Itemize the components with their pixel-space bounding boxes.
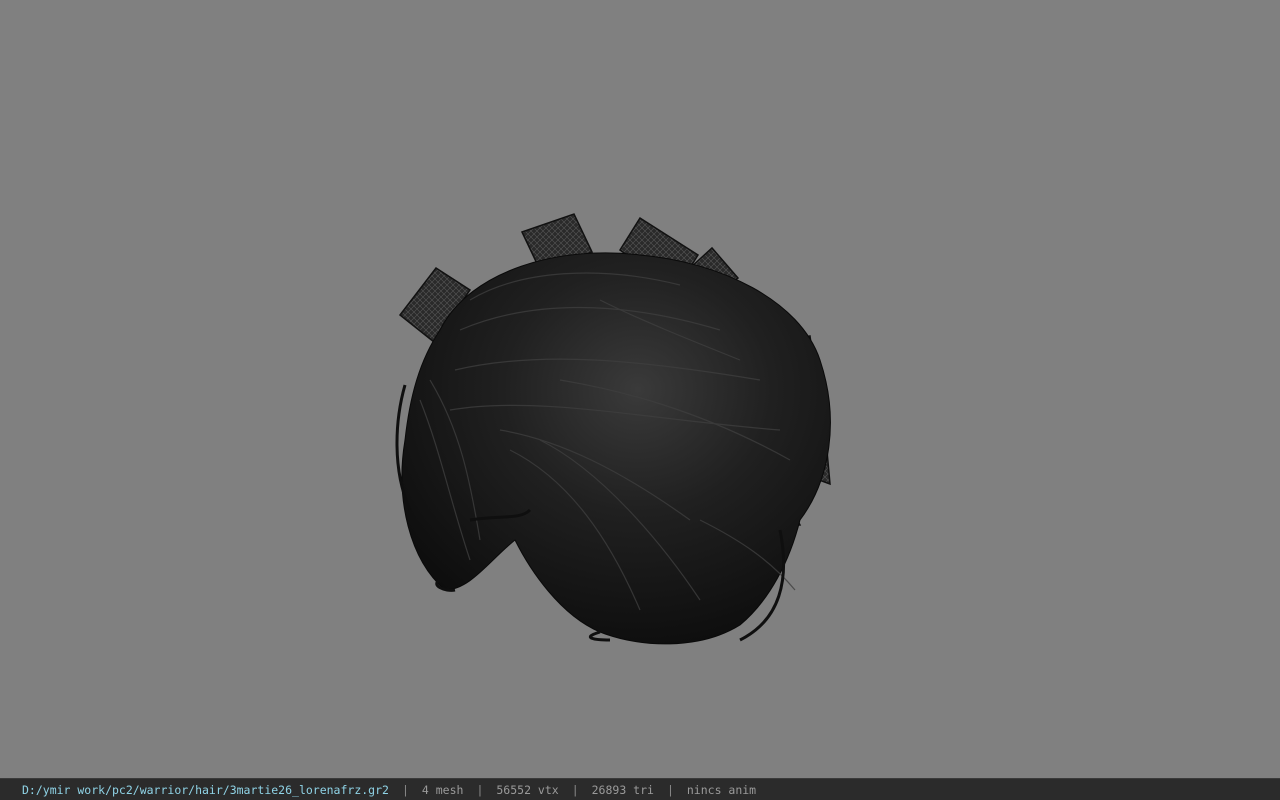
separator: | xyxy=(571,782,579,797)
vertex-count: 56552 vtx xyxy=(496,782,559,797)
mesh-count: 4 mesh xyxy=(421,782,464,797)
file-path: D:/ymir work/pc2/warrior/hair/3martie26_… xyxy=(22,782,389,797)
status-bar: D:/ymir work/pc2/warrior/hair/3martie26_… xyxy=(0,778,1280,800)
animation-status: nincs anim xyxy=(686,782,757,797)
separator: | xyxy=(666,782,674,797)
3d-viewport[interactable] xyxy=(0,0,1280,778)
triangle-count: 26893 tri xyxy=(591,782,654,797)
hair-model[interactable] xyxy=(0,0,1280,778)
separator: | xyxy=(401,782,409,797)
separator: | xyxy=(476,782,484,797)
